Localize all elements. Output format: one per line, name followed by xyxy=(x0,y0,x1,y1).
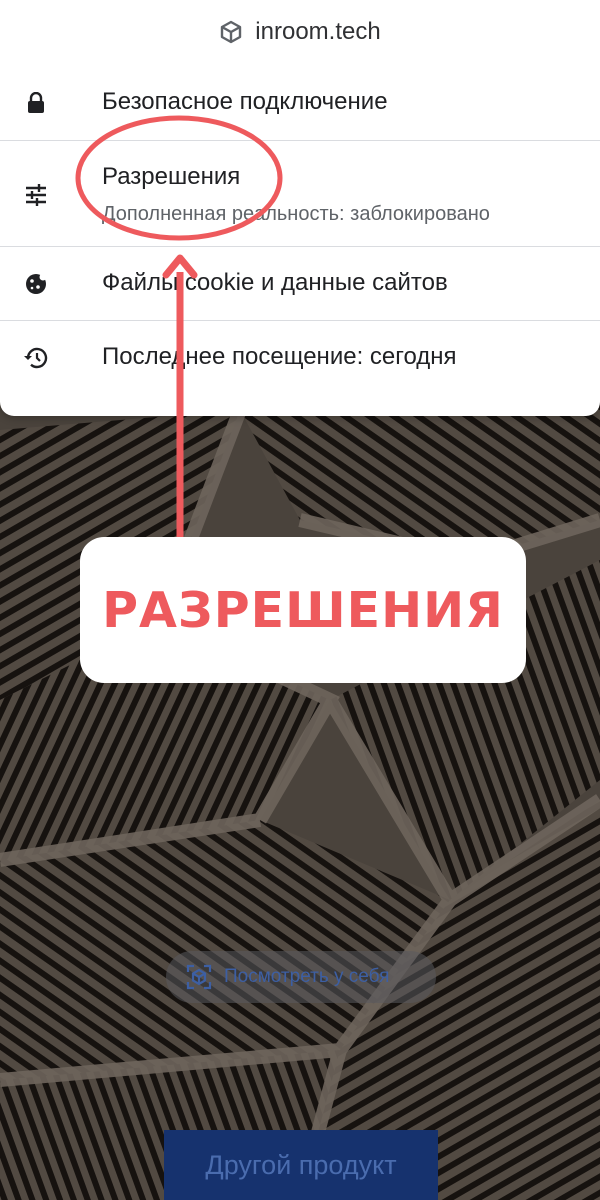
view-in-room-chip[interactable]: Посмотреть у себя xyxy=(166,951,436,1003)
other-product-label: Другой продукт xyxy=(205,1149,397,1180)
other-product-button[interactable]: Другой продукт xyxy=(164,1130,438,1200)
view-in-room-label: Посмотреть у себя xyxy=(224,966,390,987)
annotation-callout: РАЗРЕШЕНИЯ xyxy=(80,537,526,683)
annotation-label: РАЗРЕШЕНИЯ xyxy=(102,581,504,639)
ar-cube-icon xyxy=(186,964,212,990)
